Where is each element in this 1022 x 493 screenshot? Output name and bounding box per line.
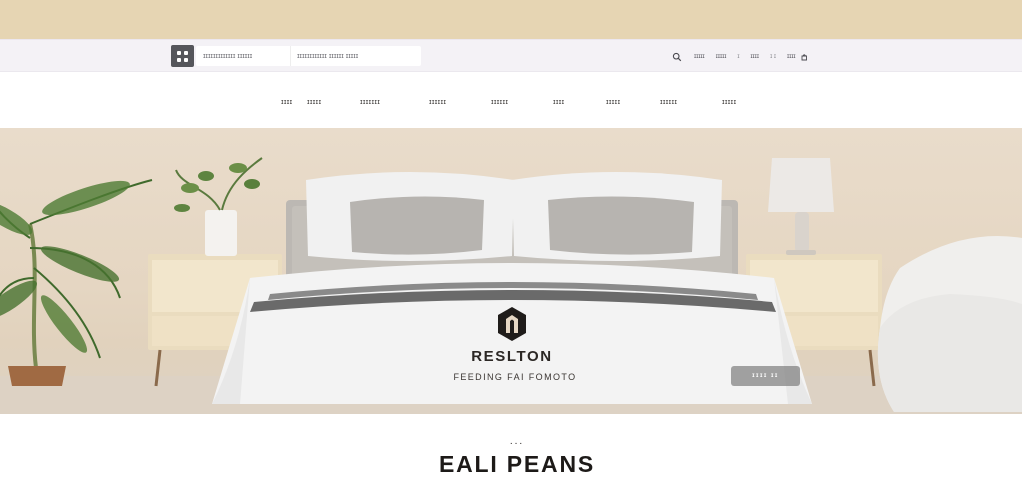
bag-icon[interactable] [800, 53, 808, 61]
top-banner [0, 0, 1022, 39]
section-title: EALI PEANS [438, 451, 596, 477]
brand-logo-icon [496, 306, 528, 342]
section-dots: ... [509, 436, 525, 447]
nav-item-6[interactable]: ɪɪɪɪ [553, 99, 565, 106]
search-input-secondary[interactable] [291, 46, 421, 66]
nav-item-8[interactable]: ɪɪɪɪɪɪ [660, 99, 677, 106]
search-icon[interactable] [672, 52, 682, 62]
nav-item-5[interactable]: ɪɪɪɪɪɪ [491, 99, 508, 106]
utility-link-4[interactable]: ɪɪɪɪ [787, 54, 796, 60]
hero-banner: RESLTON FEEDING FAI FOMOTO ɪɪɪɪ ɪɪ [0, 128, 1022, 414]
utility-bar: ɪɪɪɪɪ ɪɪɪɪɪ ɪ ɪɪ ɪɪ ɪ ɪ ɪɪ ɪɪ [0, 39, 1022, 72]
grid-menu-icon [177, 50, 181, 55]
grid-menu-button[interactable] [171, 45, 194, 67]
nav-item-2[interactable]: ɪɪɪɪɪ [307, 99, 321, 106]
utility-separator-1: ɪ [737, 53, 740, 60]
nav-item-9[interactable]: ɪɪɪɪɪ [722, 99, 736, 106]
nav-item-7[interactable]: ɪɪɪɪɪ [606, 99, 620, 106]
utility-links: ɪɪɪɪɪ ɪɪɪɪɪ ɪ ɪɪɪɪ ɪ ɪ ɪɪɪɪ [672, 40, 808, 73]
hero-cta-button[interactable]: ɪɪɪɪ ɪɪ [731, 366, 800, 386]
utility-link-1[interactable]: ɪɪɪɪɪ [694, 54, 705, 60]
nav-item-1[interactable]: ɪɪɪɪ [281, 99, 293, 106]
utility-link-3[interactable]: ɪɪɪɪ [751, 54, 760, 60]
main-nav: ɪɪɪɪ ɪɪɪɪɪ ɪɪɪɪɪɪɪ ɪɪɪɪɪɪ ɪɪɪɪɪɪ ɪɪɪɪ ɪɪ… [0, 72, 1022, 128]
nav-item-4[interactable]: ɪɪɪɪɪɪ [429, 99, 446, 106]
search-input-primary[interactable] [196, 46, 291, 66]
nav-item-3[interactable]: ɪɪɪɪɪɪɪ [360, 99, 380, 106]
utility-separator-2: ɪ ɪ [770, 53, 777, 60]
search-bar [196, 46, 421, 66]
utility-link-2[interactable]: ɪɪɪɪɪ [716, 54, 727, 60]
hero-tagline: FEEDING FAI FOMOTO [453, 372, 577, 382]
hero-brand-name: RESLTON [471, 348, 553, 365]
